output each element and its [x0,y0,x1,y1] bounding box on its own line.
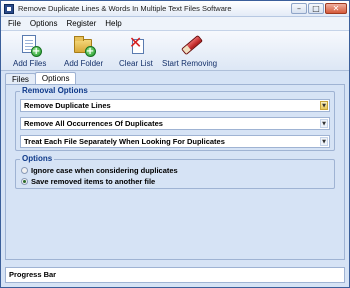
menu-options[interactable]: Options [30,19,58,28]
chevron-down-icon[interactable]: ▼ [320,119,328,128]
occurrence-select[interactable]: Remove All Occurrences Of Duplicates ▼ [20,117,330,130]
radio-button[interactable] [21,178,28,185]
window-title: Remove Duplicate Lines & Words In Multip… [18,4,232,13]
duplicate-type-select[interactable]: Remove Duplicate Lines ▼ [20,99,330,112]
add-file-icon: + [18,33,42,57]
close-icon[interactable]: ✕ [325,3,347,14]
radio-button[interactable] [21,167,28,174]
ignore-case-label: Ignore case when considering duplicates [31,166,178,175]
start-removing-button[interactable]: Start Removing [162,33,217,68]
menu-register[interactable]: Register [66,19,96,28]
minimize-icon[interactable]: – [291,3,307,14]
clear-list-button[interactable]: ✕ Clear List [119,33,153,69]
add-folder-label: Add Folder [64,59,104,68]
window-controls: – □ ✕ [290,3,347,14]
clear-list-icon: ✕ [128,33,144,54]
occurrence-value: Remove All Occurrences Of Duplicates [24,119,163,128]
ignore-case-option[interactable]: Ignore case when considering duplicates [21,166,178,175]
toolbar: + Add Files + Add Folder ✕ Clear List St… [1,31,349,71]
title-bar[interactable]: Remove Duplicate Lines & Words In Multip… [1,1,349,17]
app-window: Remove Duplicate Lines & Words In Multip… [0,0,350,288]
eraser-icon [178,33,203,57]
add-folder-button[interactable]: + Add Folder [64,33,103,68]
clear-list-label: Clear List [119,59,153,68]
add-files-button[interactable]: + Add Files [13,33,46,68]
scope-value: Treat Each File Separately When Looking … [24,137,225,146]
options-group-title: Options [20,154,55,163]
removal-options-group: Removal Options Remove Duplicate Lines ▼… [15,86,335,151]
chevron-down-icon[interactable]: ▼ [320,137,328,146]
maximize-icon[interactable]: □ [308,3,324,14]
options-panel: Removal Options Remove Duplicate Lines ▼… [5,84,345,260]
options-group: Options Ignore case when considering dup… [15,154,335,189]
scope-select[interactable]: Treat Each File Separately When Looking … [20,135,330,148]
menu-help[interactable]: Help [105,19,121,28]
app-icon [4,3,14,14]
add-folder-icon: + [72,33,96,57]
add-files-label: Add Files [13,59,47,68]
save-removed-label: Save removed items to another file [31,177,156,186]
save-removed-option[interactable]: Save removed items to another file [21,177,155,186]
duplicate-type-value: Remove Duplicate Lines [24,101,111,110]
progress-bar: Progress Bar [5,267,345,283]
chevron-down-icon[interactable]: ▼ [320,101,328,110]
removal-options-title: Removal Options [20,86,90,95]
start-removing-label: Start Removing [162,59,218,68]
menu-file[interactable]: File [8,19,21,28]
menu-bar: File Options Register Help [1,17,349,31]
